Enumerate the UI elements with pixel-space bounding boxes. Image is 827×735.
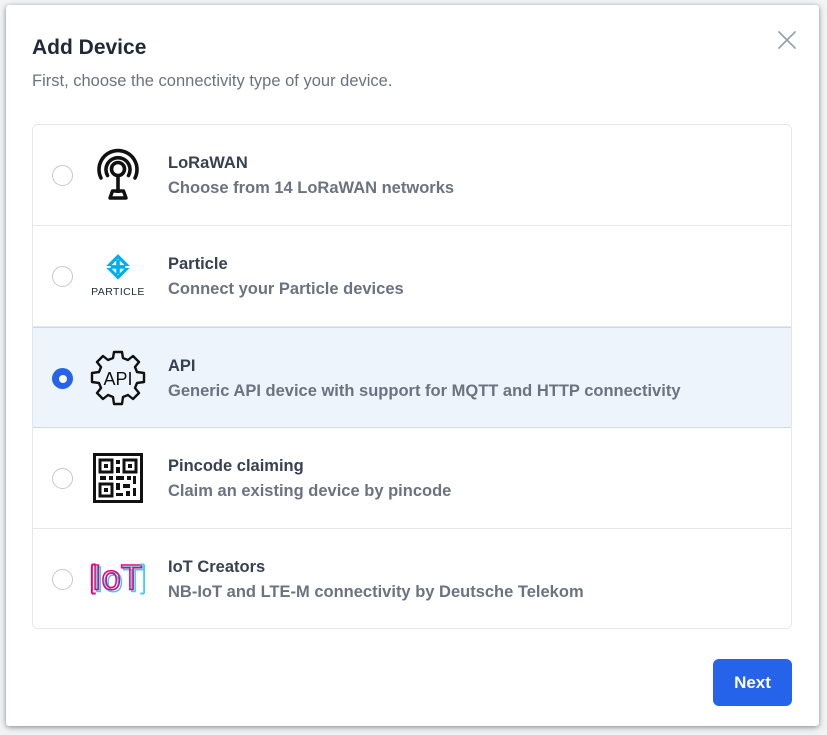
particle-logo: PARTICLE: [88, 248, 148, 304]
api-gear-icon: API: [88, 350, 148, 406]
particle-logo-text: PARTICLE: [91, 287, 145, 298]
option-title: LoRaWAN: [168, 154, 248, 172]
option-title: Pincode claiming: [168, 457, 304, 475]
api-icon-text: API: [103, 369, 132, 389]
option-description: Connect your Particle devices: [168, 280, 404, 298]
radio-iot-creators[interactable]: [52, 569, 73, 590]
option-description: NB-IoT and LTE-M connectivity by Deutsch…: [168, 583, 584, 601]
next-button[interactable]: Next: [713, 659, 792, 706]
antenna-icon: [88, 147, 148, 203]
radio-pincode[interactable]: [52, 468, 73, 489]
option-pincode[interactable]: Pincode claiming Claim an existing devic…: [33, 428, 791, 529]
option-iot-creators[interactable]: IoT IoT IoT Creators NB-IoT and LTE-M co…: [33, 529, 791, 628]
connectivity-options: LoRaWAN Choose from 14 LoRaWAN networks …: [32, 124, 792, 629]
option-description: Generic API device with support for MQTT…: [168, 382, 681, 400]
option-title: Particle: [168, 255, 228, 273]
close-icon: [778, 31, 796, 49]
dialog-subtitle: First, choose the connectivity type of y…: [32, 72, 393, 90]
option-api[interactable]: API API Generic API device with support …: [33, 327, 791, 428]
qr-code-icon: [88, 450, 148, 506]
iot-logo-text: IoT: [92, 559, 142, 598]
radio-api[interactable]: [52, 368, 73, 389]
radio-lorawan[interactable]: [52, 165, 73, 186]
option-lorawan[interactable]: LoRaWAN Choose from 14 LoRaWAN networks: [33, 125, 791, 226]
option-description: Claim an existing device by pincode: [168, 482, 452, 500]
close-button[interactable]: [774, 27, 800, 53]
option-particle[interactable]: PARTICLE Particle Connect your Particle …: [33, 226, 791, 327]
add-device-dialog: Add Device First, choose the connectivit…: [6, 5, 819, 726]
option-description: Choose from 14 LoRaWAN networks: [168, 179, 455, 197]
option-title: IoT Creators: [168, 558, 266, 576]
radio-particle[interactable]: [52, 266, 73, 287]
option-title: API: [168, 357, 196, 375]
iot-creators-logo: IoT IoT: [88, 551, 148, 607]
dialog-title: Add Device: [32, 36, 147, 59]
